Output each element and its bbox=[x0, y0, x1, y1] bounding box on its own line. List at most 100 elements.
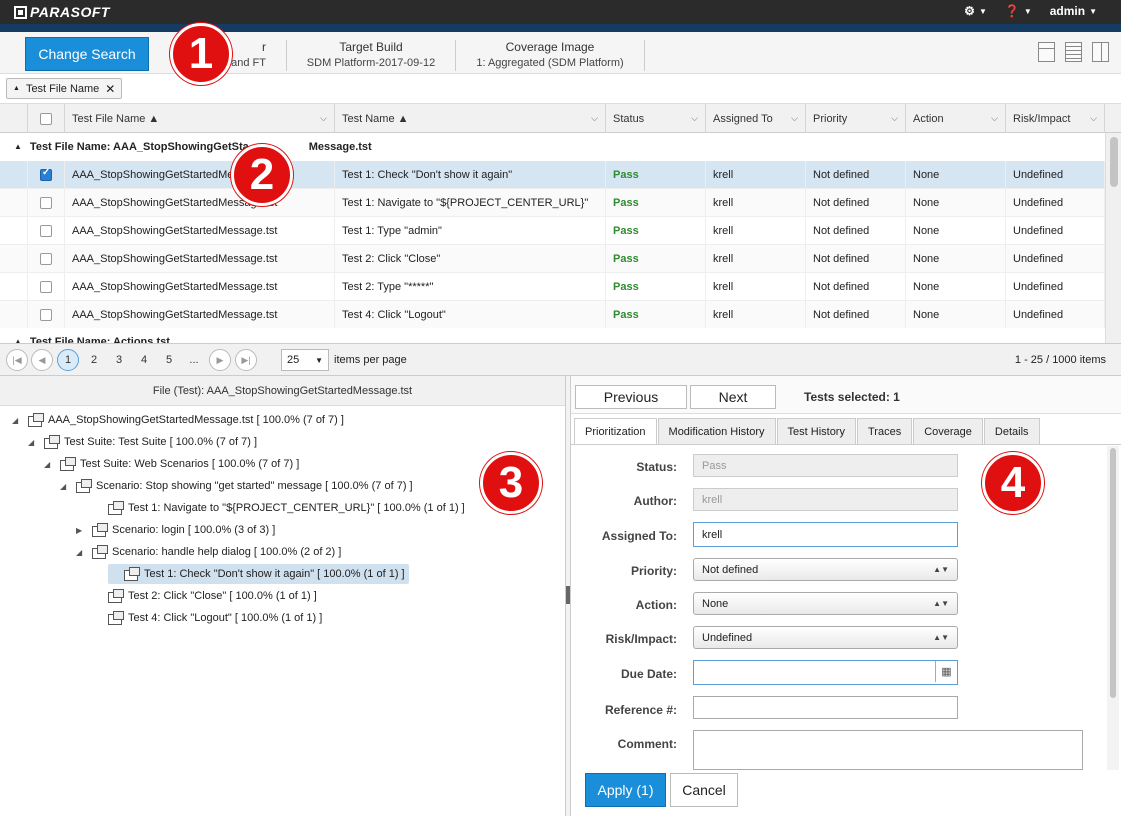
previous-button[interactable]: Previous bbox=[575, 385, 687, 409]
help-menu[interactable]: ❓ ▼ bbox=[1005, 4, 1032, 18]
chevron-down-icon[interactable]: ⌵ bbox=[891, 113, 898, 124]
chevron-down-icon[interactable]: ⌵ bbox=[691, 113, 698, 124]
next-button[interactable]: Next bbox=[690, 385, 776, 409]
user-menu[interactable]: admin ▼ bbox=[1050, 4, 1097, 18]
collapse-icon[interactable]: ▲ bbox=[14, 142, 22, 151]
calendar-icon[interactable]: ▦ bbox=[935, 661, 957, 682]
collapse-icon[interactable]: ◢ bbox=[60, 482, 70, 491]
col-test-file-name[interactable]: Test File Name ▲ ⌵ bbox=[65, 104, 335, 133]
table-row[interactable]: AAA_StopShowingGetStartedMesTest 1: Chec… bbox=[0, 161, 1105, 189]
page-size-select[interactable]: 25 ▼ bbox=[281, 349, 329, 371]
group-label: Test File Name: AAA_StopShowingGetSta Mes… bbox=[29, 140, 372, 153]
callout-badge-4: 4 bbox=[982, 452, 1044, 514]
group-by-chip[interactable]: ▲ Test File Name ✕ bbox=[6, 78, 123, 99]
tree-node[interactable]: ◢ AAA_StopShowingGetStartedMessage.tst [ … bbox=[12, 410, 344, 430]
tree-node[interactable]: Test 4: Click "Logout" [ 100.0% (1 of 1)… bbox=[92, 608, 322, 628]
collapse-icon[interactable]: ◢ bbox=[76, 548, 86, 557]
tree-node[interactable]: ◢ Test Suite: Web Scenarios [ 100.0% (7 o… bbox=[44, 454, 299, 474]
tab-traces[interactable]: Traces bbox=[856, 418, 913, 444]
table-row[interactable]: AAA_StopShowingGetStartedMessage.tst Test… bbox=[0, 217, 1105, 245]
scrollbar-thumb[interactable] bbox=[1110, 448, 1116, 698]
collapse-icon[interactable]: ◢ bbox=[44, 460, 54, 469]
page-2[interactable]: 2 bbox=[83, 349, 105, 371]
cancel-button[interactable]: Cancel bbox=[670, 773, 738, 807]
table-row[interactable]: AAA_StopShowingGetStartedMessage.tst Test… bbox=[0, 245, 1105, 273]
tab-coverage[interactable]: Coverage bbox=[913, 418, 983, 444]
page-1[interactable]: 1 bbox=[57, 349, 79, 371]
chevron-down-icon[interactable]: ⌵ bbox=[591, 113, 598, 124]
col-status[interactable]: Status ⌵ bbox=[606, 104, 706, 133]
tab-prioritization[interactable]: Prioritization bbox=[574, 418, 657, 445]
col-priority[interactable]: Priority ⌵ bbox=[806, 104, 906, 133]
due-date-label: Due Date: bbox=[620, 667, 677, 681]
group-row[interactable]: ▲ Test File Name: Actions.tst bbox=[0, 328, 1105, 343]
row-checkbox[interactable] bbox=[40, 167, 52, 181]
user-name: admin bbox=[1049, 4, 1086, 18]
col-action[interactable]: Action ⌵ bbox=[906, 104, 1006, 133]
chevron-down-icon[interactable]: ⌵ bbox=[791, 113, 798, 124]
chevron-down-icon: ▼ bbox=[1023, 6, 1032, 16]
table-row[interactable]: AAA_StopShowingGetStartedMessage.tst Test… bbox=[0, 189, 1105, 217]
chevron-down-icon[interactable]: ⌵ bbox=[1090, 113, 1097, 124]
row-checkbox-cell bbox=[28, 273, 65, 301]
tree-node[interactable]: Test 1: Check "Don't show it again" [ 10… bbox=[108, 564, 409, 584]
row-spacer bbox=[0, 217, 28, 245]
parasoft-logo[interactable]: PARASOFT bbox=[14, 3, 110, 21]
action-select[interactable]: None ▲▼ bbox=[693, 592, 958, 615]
assigned-to-field[interactable]: krell bbox=[693, 522, 958, 547]
last-page-button[interactable]: ▶| bbox=[235, 349, 257, 371]
priority-select[interactable]: Not defined ▲▼ bbox=[693, 558, 958, 581]
row-checkbox[interactable] bbox=[40, 309, 52, 321]
expand-icon[interactable]: ▶ bbox=[76, 526, 86, 535]
row-checkbox[interactable] bbox=[40, 225, 52, 237]
grid-header: Test File Name ▲ ⌵ Test Name ▲ ⌵ Status ⌵ A… bbox=[0, 104, 1121, 133]
layout-list-icon[interactable] bbox=[1065, 42, 1082, 62]
tree-node[interactable]: ◢ Scenario: Stop showing "get started" me… bbox=[60, 476, 413, 496]
select-all-checkbox[interactable] bbox=[40, 112, 52, 125]
tab-modification-history[interactable]: Modification History bbox=[657, 418, 776, 444]
page-4[interactable]: 4 bbox=[133, 349, 155, 371]
page-5[interactable]: 5 bbox=[158, 349, 180, 371]
settings-menu[interactable]: ⚙ ▼ bbox=[964, 4, 987, 18]
detail-scrollbar[interactable] bbox=[1107, 446, 1119, 770]
due-date-field[interactable]: ▦ bbox=[693, 660, 958, 685]
table-row[interactable]: AAA_StopShowingGetStartedMessage.tst Test… bbox=[0, 301, 1105, 329]
row-checkbox[interactable] bbox=[40, 253, 52, 265]
tree-node[interactable]: ▶ Scenario: login [ 100.0% (3 of 3) ] bbox=[76, 520, 275, 540]
next-page-button[interactable]: ▶ bbox=[209, 349, 231, 371]
tree-node[interactable]: ◢ Scenario: handle help dialog [ 100.0% (… bbox=[76, 542, 341, 562]
prev-page-button[interactable]: ◀ bbox=[31, 349, 53, 371]
reference-field[interactable] bbox=[693, 696, 958, 719]
collapse-icon[interactable]: ▲ bbox=[14, 337, 22, 343]
page-more[interactable]: ... bbox=[183, 349, 205, 371]
col-test-name[interactable]: Test Name ▲ ⌵ bbox=[335, 104, 606, 133]
splitter-handle[interactable] bbox=[566, 586, 570, 604]
comment-field[interactable] bbox=[693, 730, 1083, 770]
change-search-button[interactable]: Change Search bbox=[25, 37, 149, 71]
chevron-down-icon[interactable]: ⌵ bbox=[991, 113, 998, 124]
first-page-button[interactable]: |◀ bbox=[6, 349, 28, 371]
row-checkbox[interactable] bbox=[40, 281, 52, 293]
tab-test-history[interactable]: Test History bbox=[776, 418, 856, 444]
scrollbar-thumb[interactable] bbox=[1110, 137, 1118, 187]
chevron-down-icon[interactable]: ⌵ bbox=[320, 113, 327, 124]
collapse-icon[interactable]: ◢ bbox=[28, 438, 38, 447]
tree-node[interactable]: Test 1: Navigate to "${PROJECT_CENTER_UR… bbox=[92, 498, 465, 518]
page-3[interactable]: 3 bbox=[108, 349, 130, 371]
risk-impact-select[interactable]: Undefined ▲▼ bbox=[693, 626, 958, 649]
test-node-icon bbox=[75, 479, 92, 493]
tab-details[interactable]: Details bbox=[983, 418, 1040, 444]
col-risk-impact[interactable]: Risk/Impact ⌵ bbox=[1006, 104, 1105, 133]
tree-node[interactable]: ◢ Test Suite: Test Suite [ 100.0% (7 of 7… bbox=[28, 432, 257, 452]
layout-vertical-icon[interactable] bbox=[1092, 42, 1109, 62]
apply-button[interactable]: Apply (1) bbox=[585, 773, 666, 807]
table-row[interactable]: AAA_StopShowingGetStartedMessage.tst Test… bbox=[0, 273, 1105, 301]
row-checkbox[interactable] bbox=[40, 197, 52, 209]
group-row[interactable]: ▲ Test File Name: AAA_StopShowingGetSta M… bbox=[0, 133, 1105, 160]
close-icon[interactable]: ✕ bbox=[105, 82, 115, 96]
grid-scrollbar[interactable] bbox=[1105, 133, 1121, 343]
col-assigned-to[interactable]: Assigned To ⌵ bbox=[706, 104, 806, 133]
layout-horizontal-icon[interactable] bbox=[1038, 42, 1055, 62]
tree-node[interactable]: Test 2: Click "Close" [ 100.0% (1 of 1) … bbox=[92, 586, 317, 606]
collapse-icon[interactable]: ◢ bbox=[12, 416, 22, 425]
